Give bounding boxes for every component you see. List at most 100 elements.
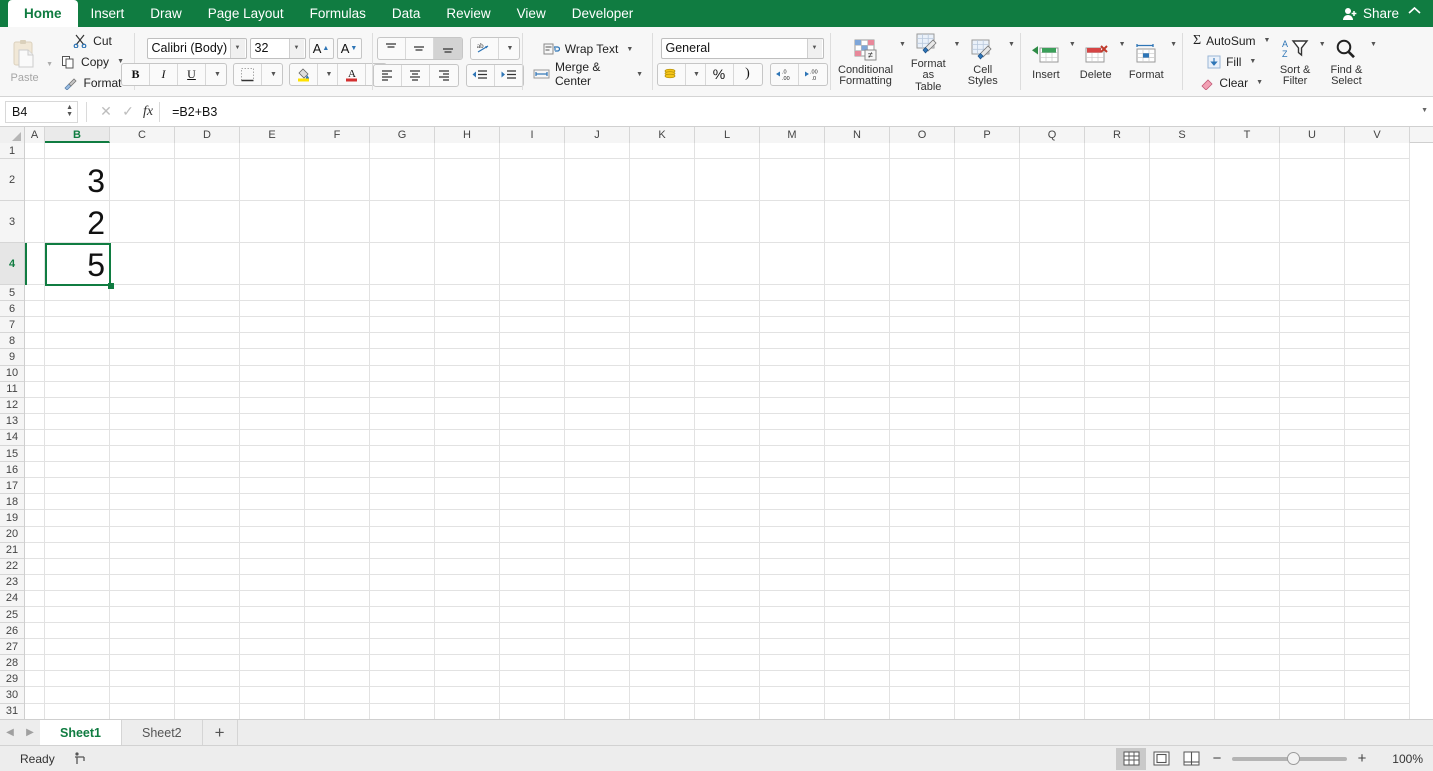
cell-G12[interactable] <box>370 397 435 414</box>
cell-H2[interactable] <box>435 159 500 202</box>
row-header-5[interactable]: 5 <box>0 285 24 302</box>
cell-L19[interactable] <box>695 510 760 527</box>
cell-C19[interactable] <box>110 510 175 527</box>
cell-H20[interactable] <box>435 526 500 543</box>
cell-H9[interactable] <box>435 349 500 366</box>
cell-F3[interactable] <box>305 201 370 244</box>
cell-T21[interactable] <box>1215 542 1280 559</box>
tab-insert[interactable]: Insert <box>78 0 138 27</box>
cell-F5[interactable] <box>305 285 370 302</box>
cell-I25[interactable] <box>500 606 565 624</box>
cell-R12[interactable] <box>1085 397 1150 414</box>
cell-K27[interactable] <box>630 639 695 656</box>
cell-K19[interactable] <box>630 510 695 527</box>
cell-F16[interactable] <box>305 462 370 479</box>
cell-M1[interactable] <box>760 143 825 160</box>
cell-K17[interactable] <box>630 478 695 495</box>
cell-H3[interactable] <box>435 201 500 244</box>
cell-J6[interactable] <box>565 301 630 318</box>
cell-K30[interactable] <box>630 687 695 704</box>
tab-formulas[interactable]: Formulas <box>297 0 379 27</box>
cell-H15[interactable] <box>435 446 500 463</box>
cell-S12[interactable] <box>1150 397 1215 414</box>
cell-S15[interactable] <box>1150 446 1215 463</box>
cell-F21[interactable] <box>305 542 370 559</box>
cell-J31[interactable] <box>565 703 630 719</box>
cell-I5[interactable] <box>500 285 565 302</box>
cell-G22[interactable] <box>370 558 435 575</box>
cell-N4[interactable] <box>825 243 890 286</box>
column-header-P[interactable]: P <box>955 127 1020 143</box>
cell-D5[interactable] <box>175 285 240 302</box>
cell-V23[interactable] <box>1345 574 1410 591</box>
cell-P13[interactable] <box>955 413 1020 430</box>
cell-B9[interactable] <box>45 349 110 366</box>
cell-V28[interactable] <box>1345 655 1410 672</box>
cut-button[interactable]: Cut <box>55 31 129 51</box>
cell-A29[interactable] <box>25 671 45 688</box>
zoom-slider[interactable] <box>1232 751 1347 765</box>
cell-H16[interactable] <box>435 462 500 479</box>
name-box[interactable]: B4 ▲ ▼ <box>5 100 78 123</box>
cell-V9[interactable] <box>1345 349 1410 366</box>
row-header-3[interactable]: 3 <box>0 201 24 244</box>
cell-F23[interactable] <box>305 574 370 591</box>
cell-D26[interactable] <box>175 623 240 640</box>
align-middle-button[interactable] <box>406 37 434 59</box>
cell-R11[interactable] <box>1085 381 1150 398</box>
cell-L29[interactable] <box>695 671 760 688</box>
cell-T2[interactable] <box>1215 159 1280 202</box>
cell-I4[interactable] <box>500 243 565 286</box>
cell-R4[interactable] <box>1085 243 1150 286</box>
cell-R14[interactable] <box>1085 429 1150 447</box>
cell-P21[interactable] <box>955 542 1020 559</box>
comma-style-button[interactable]: ) <box>734 64 762 85</box>
cell-O12[interactable] <box>890 397 955 414</box>
cell-A28[interactable] <box>25 655 45 672</box>
cell-H13[interactable] <box>435 413 500 430</box>
cell-A4[interactable] <box>25 243 45 286</box>
cell-J20[interactable] <box>565 526 630 543</box>
cell-H12[interactable] <box>435 397 500 414</box>
cell-V21[interactable] <box>1345 542 1410 559</box>
cell-B26[interactable] <box>45 623 110 640</box>
column-header-V[interactable]: V <box>1345 127 1410 143</box>
cell-T15[interactable] <box>1215 446 1280 463</box>
cell-D31[interactable] <box>175 703 240 719</box>
cell-S3[interactable] <box>1150 201 1215 244</box>
cell-U14[interactable] <box>1280 429 1345 447</box>
cell-M9[interactable] <box>760 349 825 366</box>
cell-D4[interactable] <box>175 243 240 286</box>
cell-G17[interactable] <box>370 478 435 495</box>
number-format-combo[interactable]: General ▼ <box>660 37 824 59</box>
column-header-K[interactable]: K <box>630 127 695 143</box>
cell-U26[interactable] <box>1280 623 1345 640</box>
cell-L22[interactable] <box>695 558 760 575</box>
cell-R1[interactable] <box>1085 143 1150 160</box>
cell-F20[interactable] <box>305 526 370 543</box>
font-name-combo[interactable]: Calibri (Body) ▼ <box>146 37 247 59</box>
cell-P29[interactable] <box>955 671 1020 688</box>
cell-R15[interactable] <box>1085 446 1150 463</box>
cell-S7[interactable] <box>1150 317 1215 334</box>
name-box-spinner-icon[interactable]: ▲ ▼ <box>66 104 73 118</box>
cell-E22[interactable] <box>240 558 305 575</box>
cell-D1[interactable] <box>175 143 240 160</box>
cell-I23[interactable] <box>500 574 565 591</box>
cell-I28[interactable] <box>500 655 565 672</box>
cell-U30[interactable] <box>1280 687 1345 704</box>
cell-H14[interactable] <box>435 429 500 447</box>
column-header-S[interactable]: S <box>1150 127 1215 143</box>
cell-D6[interactable] <box>175 301 240 318</box>
cell-G6[interactable] <box>370 301 435 318</box>
cell-M2[interactable] <box>760 159 825 202</box>
cell-J25[interactable] <box>565 606 630 624</box>
cell-S6[interactable] <box>1150 301 1215 318</box>
cell-P15[interactable] <box>955 446 1020 463</box>
cell-Q9[interactable] <box>1020 349 1085 366</box>
cell-J3[interactable] <box>565 201 630 244</box>
borders-button[interactable] <box>234 63 262 85</box>
cell-S22[interactable] <box>1150 558 1215 575</box>
cell-E16[interactable] <box>240 462 305 479</box>
select-all-corner[interactable] <box>0 127 25 143</box>
